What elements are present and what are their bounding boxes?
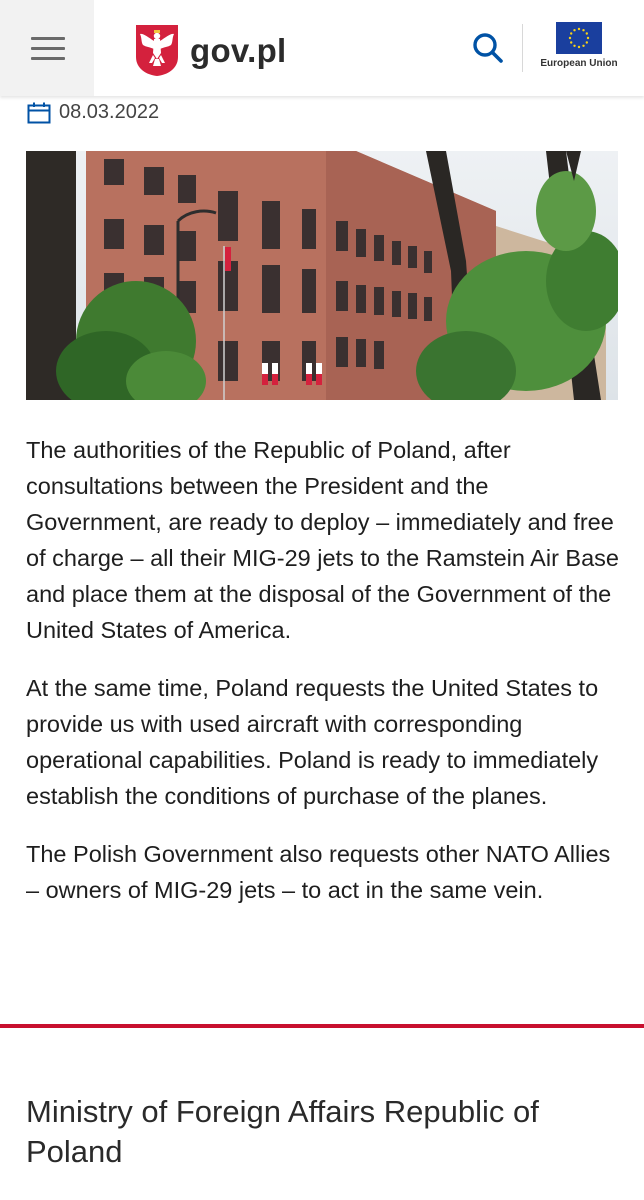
eu-flag-icon	[556, 22, 602, 54]
footer-divider	[0, 1024, 644, 1028]
date-text: 08.03.2022	[59, 101, 160, 123]
article-paragraph-2: At the same time, Poland requests the Un…	[26, 675, 599, 809]
article-date: 08.03.2022	[27, 101, 159, 124]
calendar-icon	[27, 102, 51, 123]
eu-label: European Union	[540, 58, 618, 69]
article-paragraph-1: The authorities of the Republic of Polan…	[26, 437, 619, 643]
logo-text: gov.pl	[190, 31, 287, 69]
footer-title: Ministry of Foreign Affairs Republic of …	[26, 1094, 539, 1169]
polish-eagle-emblem-icon	[136, 25, 178, 76]
search-icon[interactable]	[468, 28, 508, 68]
ministry-building-photo	[26, 151, 618, 400]
gov-pl-logo[interactable]: gov.pl	[134, 22, 287, 78]
hamburger-menu-icon[interactable]	[0, 0, 94, 96]
article-paragraph-3: The Polish Government also requests othe…	[26, 841, 611, 903]
eu-logo[interactable]: European Union	[534, 22, 624, 69]
article-body: The authorities of the Republic of Polan…	[26, 432, 622, 930]
header-divider	[522, 24, 523, 72]
site-header: gov.pl European Union	[0, 0, 644, 96]
